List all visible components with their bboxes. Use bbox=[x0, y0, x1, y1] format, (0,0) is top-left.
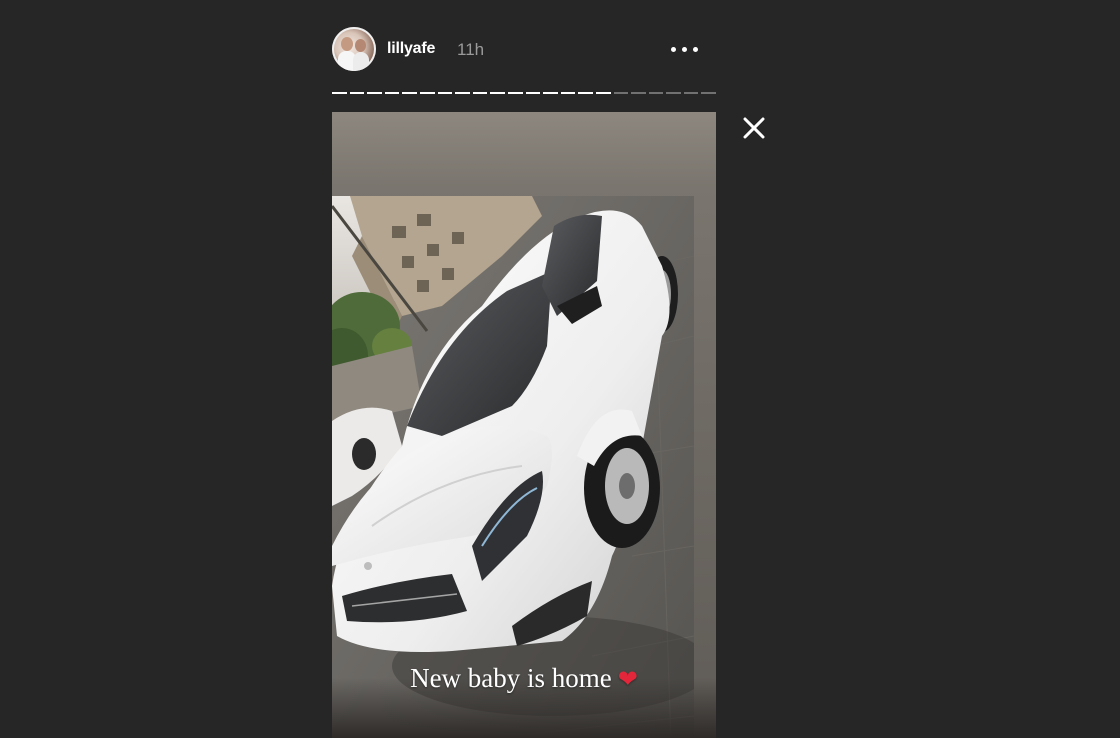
progress-segment bbox=[613, 92, 629, 94]
progress-segment bbox=[543, 92, 558, 94]
progress-segment bbox=[683, 92, 699, 94]
progress-segment bbox=[490, 92, 505, 94]
progress-segment bbox=[666, 92, 681, 94]
progress-segment bbox=[437, 92, 453, 94]
more-options-button[interactable] bbox=[668, 39, 704, 59]
progress-segment bbox=[560, 92, 576, 94]
story-header: lillyafe 11h bbox=[332, 27, 716, 73]
progress-segment bbox=[455, 92, 470, 94]
progress-segment bbox=[419, 92, 435, 94]
avatar[interactable] bbox=[332, 27, 376, 71]
more-horizontal-icon bbox=[671, 47, 676, 52]
progress-segment bbox=[648, 92, 664, 94]
heart-emoji: ❤ bbox=[617, 665, 638, 693]
timestamp: 11h bbox=[457, 40, 485, 59]
story-progress-bar bbox=[332, 92, 717, 95]
progress-segment bbox=[631, 92, 646, 94]
progress-segment bbox=[472, 92, 488, 94]
close-button[interactable] bbox=[740, 114, 768, 142]
progress-segment bbox=[701, 92, 717, 94]
progress-segment bbox=[367, 92, 382, 94]
caption-text: New baby is home bbox=[410, 663, 612, 693]
progress-segment bbox=[525, 92, 541, 94]
progress-segment bbox=[349, 92, 365, 94]
progress-segment bbox=[402, 92, 417, 94]
username[interactable]: lillyafe bbox=[387, 40, 435, 58]
progress-segment bbox=[332, 92, 347, 94]
car-photo bbox=[332, 196, 694, 738]
story-caption: New baby is home ❤ bbox=[332, 663, 716, 694]
close-icon bbox=[743, 117, 765, 139]
story-viewer: lillyafe 11h New baby is home ❤ bbox=[0, 0, 1120, 738]
story-media[interactable]: New baby is home ❤ bbox=[332, 112, 716, 738]
progress-segment bbox=[384, 92, 400, 94]
progress-segment bbox=[578, 92, 593, 94]
progress-segment bbox=[507, 92, 523, 94]
progress-segment bbox=[595, 92, 611, 94]
